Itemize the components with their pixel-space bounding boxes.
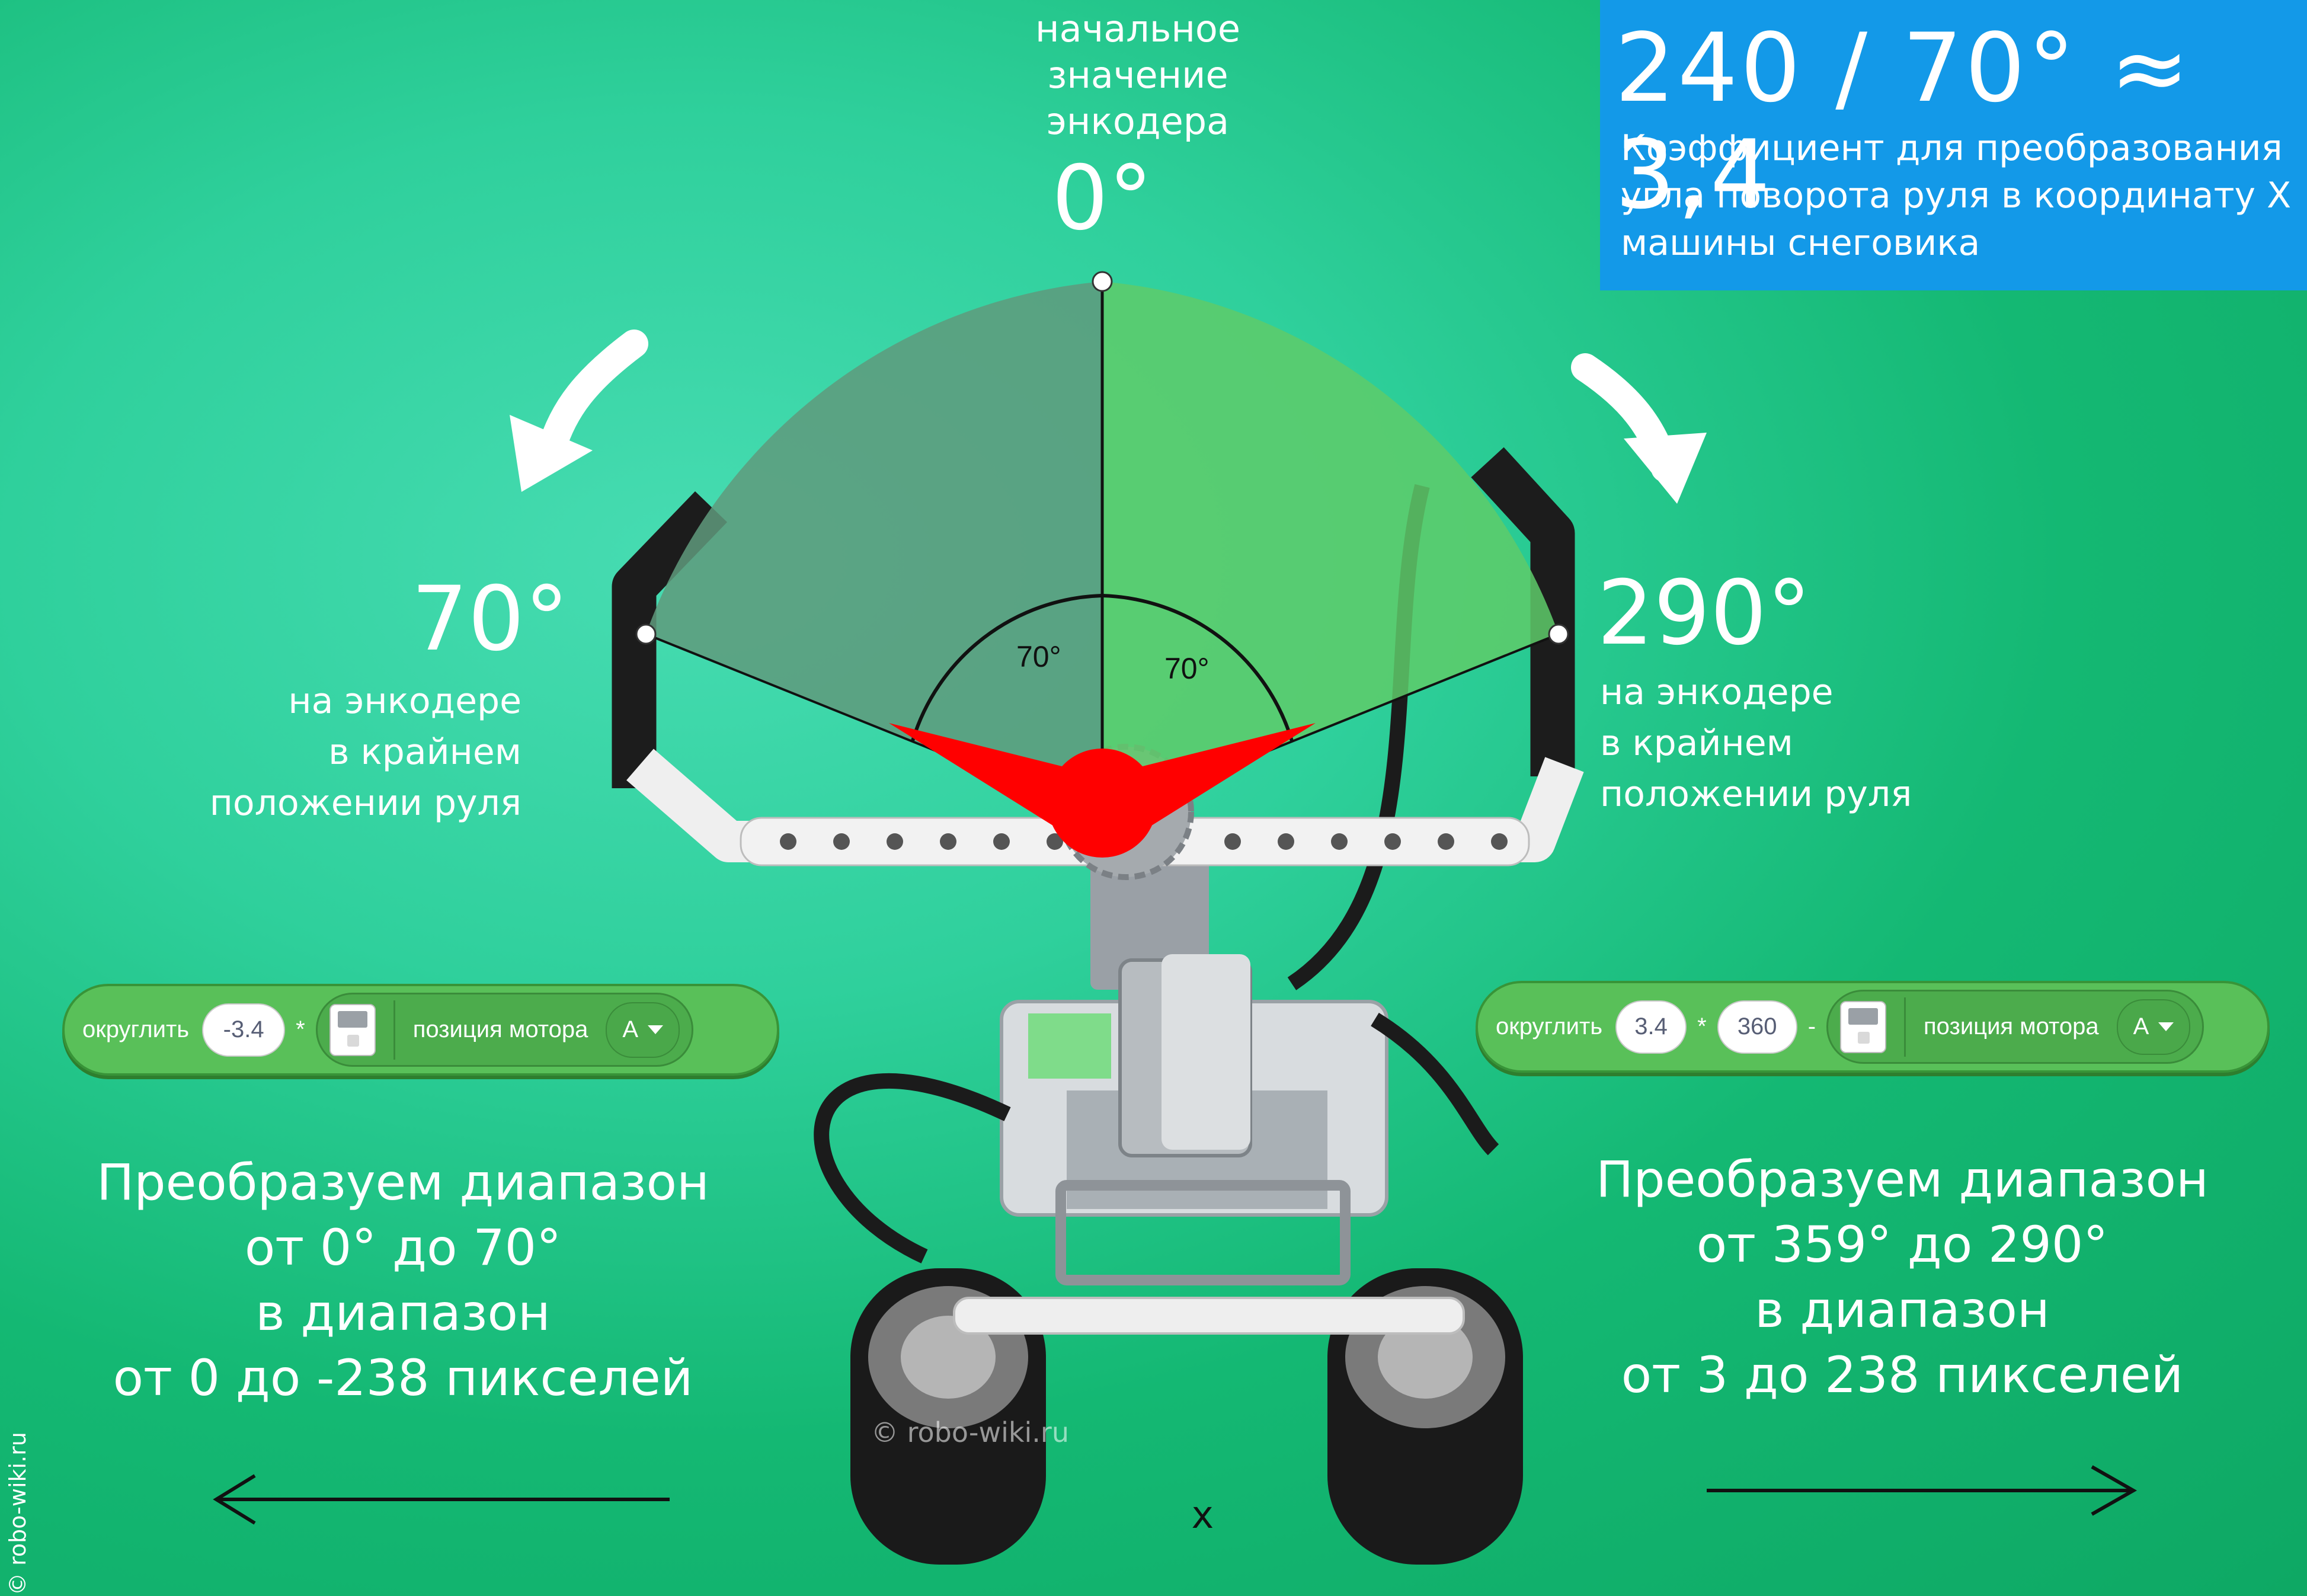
start-label-line: энкодера bbox=[1046, 100, 1230, 143]
separator bbox=[1904, 997, 1906, 1057]
left-angle-description: на энкодере в крайнем положении руля bbox=[136, 676, 521, 829]
motor-position-block[interactable]: позиция мотора A bbox=[315, 993, 694, 1067]
motor-position-label: позиция мотора bbox=[1924, 1013, 2099, 1040]
port-value: A bbox=[622, 1016, 639, 1042]
caption-line: от 0° до 70° bbox=[244, 1218, 562, 1277]
left-angle-sector bbox=[646, 282, 1102, 818]
desc-line: положении руля bbox=[1600, 773, 1912, 815]
left-point bbox=[635, 623, 657, 645]
description-line: Коэффициент для преобразования bbox=[1621, 127, 2283, 169]
caption-line: от 0 до -238 пикселей bbox=[113, 1349, 693, 1407]
port-value: A bbox=[2133, 1013, 2149, 1040]
caption-line: в диапазон bbox=[1755, 1281, 2050, 1339]
round-label: округлить bbox=[1496, 1013, 1603, 1040]
zero-point bbox=[1092, 271, 1113, 292]
caption-line: Преобразуем диапазон bbox=[1596, 1150, 2209, 1208]
chevron-down-icon bbox=[2158, 1022, 2174, 1031]
desc-line: на энкодере bbox=[288, 680, 521, 722]
zero-angle-label: 0° bbox=[1051, 147, 1153, 250]
multiply-operator: * bbox=[296, 1016, 305, 1042]
minus-operator: - bbox=[1807, 1013, 1816, 1040]
round-block-right[interactable]: округлить 3.4 * 360 - позиция мотора A bbox=[1476, 981, 2270, 1073]
port-dropdown[interactable]: A bbox=[606, 1002, 680, 1058]
caption-line: от 359° до 290° bbox=[1696, 1216, 2108, 1274]
right-angle-description: на энкодере в крайнем положении руля bbox=[1600, 667, 2015, 820]
desc-line: в крайнем bbox=[328, 731, 521, 773]
left-rotate-arrow-icon bbox=[537, 330, 648, 465]
description-line: угла поворота руля в координату X bbox=[1621, 175, 2292, 216]
desc-line: положении руля bbox=[209, 782, 521, 824]
start-label-line: начальное bbox=[1035, 7, 1240, 50]
x-axis-label: x bbox=[1191, 1493, 1214, 1537]
separator bbox=[393, 1000, 395, 1060]
value-input[interactable]: -3.4 bbox=[202, 1003, 286, 1057]
port-dropdown[interactable]: A bbox=[2116, 999, 2191, 1055]
motor-position-block[interactable]: позиция мотора A bbox=[1826, 990, 2204, 1064]
round-label: округлить bbox=[82, 1016, 190, 1042]
right-angle-value: 290° bbox=[1597, 562, 1812, 665]
right-point bbox=[1548, 623, 1569, 645]
copyright-vertical: © robo-wiki.ru bbox=[5, 1432, 31, 1595]
watermark: © robo-wiki.ru bbox=[871, 1416, 1069, 1448]
coefficient-description: Коэффициент для преобразования угла пово… bbox=[1621, 124, 2296, 267]
multiply-operator: * bbox=[1697, 1013, 1707, 1040]
caption-line: от 3 до 238 пикселей bbox=[1621, 1346, 2184, 1404]
desc-line: в крайнем bbox=[1600, 722, 1793, 764]
start-label-line: значение bbox=[1047, 53, 1228, 97]
left-range-caption: Преобразуем диапазон от 0° до 70° в диап… bbox=[77, 1150, 729, 1411]
right-direction-arrow-icon bbox=[1707, 1465, 2138, 1516]
start-value-label: начальное значение энкодера bbox=[924, 6, 1351, 145]
right-range-caption: Преобразуем диапазон от 359° до 290° в д… bbox=[1576, 1147, 2228, 1408]
desc-line: на энкодере bbox=[1600, 671, 1834, 713]
left-direction-arrow-icon bbox=[213, 1474, 670, 1525]
motor-position-label: позиция мотора bbox=[412, 1016, 588, 1042]
right-sector-label: 70° bbox=[1164, 652, 1210, 685]
value2-input[interactable]: 360 bbox=[1717, 1000, 1797, 1054]
round-block-left[interactable]: округлить -3.4 * позиция мотора A bbox=[62, 984, 779, 1076]
ev3-brick-icon bbox=[329, 1003, 376, 1056]
caption-line: в диапазон bbox=[255, 1284, 551, 1342]
ev3-brick-icon bbox=[1840, 1000, 1887, 1053]
right-angle-sector bbox=[1102, 282, 1559, 818]
caption-line: Преобразуем диапазон bbox=[97, 1153, 709, 1211]
left-angle-value: 70° bbox=[411, 568, 569, 671]
needle-hub bbox=[1048, 749, 1157, 858]
left-sector-label: 70° bbox=[1016, 640, 1061, 673]
chevron-down-icon bbox=[648, 1025, 664, 1034]
description-line: машины снеговика bbox=[1621, 222, 1980, 264]
value-input[interactable]: 3.4 bbox=[1615, 1000, 1687, 1054]
